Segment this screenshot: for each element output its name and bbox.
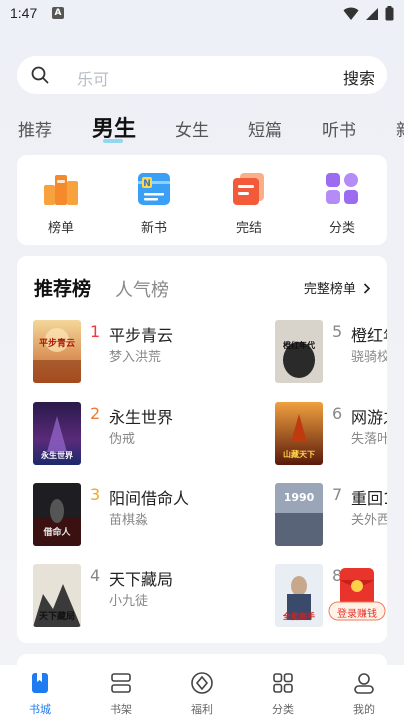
book-title: 网游之 [351, 408, 387, 427]
rank-number: 4 [90, 566, 101, 585]
search-input[interactable]: 乐可 [77, 66, 109, 90]
quick-entries-card: 榜单 N 新书 完结 分类 [17, 155, 387, 245]
rank-number: 3 [90, 485, 101, 504]
rank-number: 7 [332, 485, 343, 504]
cover-title: 借命人 [42, 526, 71, 538]
quick-new-books[interactable]: N 新书 [124, 171, 184, 236]
welfare-icon [191, 672, 213, 694]
book-author: 失落叶 [351, 432, 387, 447]
tab-audio[interactable]: 听书 [322, 116, 356, 141]
nav-bookstore-label: 书城 [29, 703, 51, 716]
nav-welfare[interactable]: 福利 [172, 671, 232, 717]
finished-book-icon [230, 171, 268, 207]
nav-profile-label: 我的 [353, 703, 375, 716]
tab-new[interactable]: 新 [396, 116, 404, 141]
quick-finished[interactable]: 完结 [219, 171, 279, 236]
tab-popular-ranking[interactable]: 人气榜 [115, 276, 169, 302]
nav-bookshelf[interactable]: 书架 [91, 671, 151, 717]
nav-profile[interactable]: 我的 [334, 671, 394, 717]
nav-welfare-label: 福利 [191, 703, 213, 716]
quick-category[interactable]: 分类 [312, 171, 372, 236]
cover-title: 全能高手 [282, 611, 315, 621]
status-time: 1:47 [10, 5, 38, 21]
status-bar: 1:47 A [0, 0, 404, 28]
book-item[interactable]: 借命人 3 阳间借命人 苗棋淼 [33, 483, 223, 549]
profile-icon [354, 673, 374, 694]
book-title: 重回1 [351, 489, 387, 508]
category-tabs: 推荐 男生 女生 短篇 听书 新 [0, 108, 404, 148]
book-author: 苗棋淼 [109, 513, 149, 528]
notification-icon: A [52, 7, 64, 19]
svg-text:N: N [143, 179, 151, 189]
rank-number: 1 [90, 322, 101, 341]
tab-short[interactable]: 短篇 [248, 116, 282, 141]
bookshelf-icon [111, 673, 131, 693]
book-item[interactable]: 山藏天下 6 网游之 失落叶 [275, 402, 387, 468]
book-title: 橙红年 [351, 326, 387, 345]
book-author: 小九徒 [109, 594, 149, 609]
cover-title: 橙红年代 [283, 340, 315, 350]
nav-bookstore[interactable]: 书城 [10, 671, 70, 717]
chevron-right-icon [363, 283, 371, 294]
trophy-icon [42, 171, 80, 207]
book-author: 梦入洪荒 [109, 350, 162, 365]
red-packet-label: 登录赚钱 [337, 609, 377, 620]
search-button[interactable]: 搜索 [343, 65, 375, 89]
book-cover: 借命人 [33, 483, 81, 546]
signal-icon [366, 7, 378, 20]
cover-title: 永生世界 [40, 450, 74, 460]
tab-female[interactable]: 女生 [175, 116, 209, 141]
full-ranking-label: 完整榜单 [303, 282, 356, 297]
bookstore-icon [32, 673, 48, 693]
rank-number: 2 [90, 404, 101, 423]
rank-number: 5 [332, 322, 343, 341]
book-item[interactable]: 永生世界 2 永生世界 伪戒 [33, 402, 223, 468]
book-cover: 天下藏局 [33, 564, 81, 627]
wifi-icon [343, 7, 359, 20]
book-cover: 永生世界 [33, 402, 81, 465]
book-cover: 1990 [275, 483, 323, 546]
book-author: 伪戒 [109, 432, 136, 447]
status-icons [343, 6, 394, 21]
book-cover: 全能高手 [275, 564, 323, 627]
book-title: 天下藏局 [109, 570, 174, 589]
bottom-nav: 书城 书架 福利 分类 我的 [0, 665, 404, 720]
book-item[interactable]: 橙红年代 5 橙红年 骁骑校 [275, 320, 387, 386]
search-bar[interactable]: 乐可 搜索 [17, 56, 387, 94]
cover-title: 平步青云 [39, 337, 75, 349]
category-icon [273, 673, 293, 693]
book-item[interactable]: 平步青云 1 平步青云 梦入洪荒 [33, 320, 223, 386]
quick-category-label: 分类 [328, 221, 355, 236]
book-author: 关外西 [351, 513, 387, 528]
red-packet-button[interactable]: 登录赚钱 [328, 566, 386, 622]
quick-ranking[interactable]: 榜单 [31, 171, 91, 236]
book-cover: 橙红年代 [275, 320, 323, 383]
quick-ranking-label: 榜单 [47, 221, 74, 236]
book-author: 骁骑校 [351, 350, 387, 365]
rank-number: 6 [332, 404, 343, 423]
nav-category-label: 分类 [272, 703, 294, 716]
book-item[interactable]: 天下藏局 4 天下藏局 小九徒 [33, 564, 223, 630]
category-grid-icon [323, 171, 361, 207]
nav-bookshelf-label: 书架 [110, 703, 132, 716]
cover-title: 天下藏局 [39, 610, 75, 622]
book-title: 平步青云 [109, 326, 174, 345]
tab-recommend[interactable]: 推荐 [18, 116, 52, 141]
active-tab-indicator [103, 139, 123, 143]
book-title: 阳间借命人 [109, 489, 190, 508]
cover-title: 山藏天下 [283, 449, 315, 459]
book-title: 永生世界 [109, 408, 174, 427]
nav-category[interactable]: 分类 [253, 671, 313, 717]
tab-recommend-ranking[interactable]: 推荐榜 [34, 274, 91, 301]
search-icon [31, 66, 49, 84]
book-item[interactable]: 1990 7 重回1 关外西 [275, 483, 387, 549]
battery-icon [385, 6, 394, 21]
new-book-icon: N [135, 171, 173, 207]
quick-new-books-label: 新书 [140, 221, 167, 236]
book-cover: 平步青云 [33, 320, 81, 383]
quick-finished-label: 完结 [235, 221, 262, 236]
book-cover: 山藏天下 [275, 402, 323, 465]
cover-title: 1990 [284, 491, 315, 504]
full-ranking-link[interactable]: 完整榜单 [304, 278, 371, 297]
